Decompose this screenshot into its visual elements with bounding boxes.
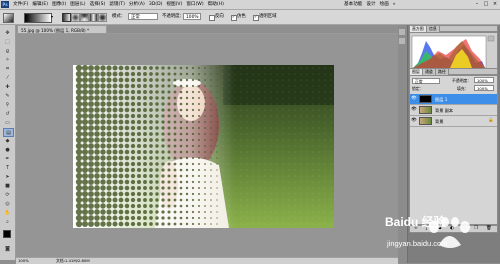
clone-stamp-tool-icon[interactable]: ⚲ xyxy=(3,101,12,108)
layer-name: 背景 副本 xyxy=(435,108,454,113)
menu-item[interactable]: 3D(D) xyxy=(148,1,164,8)
opacity-field[interactable]: 100% xyxy=(183,13,201,20)
menu-list: 文件(F) 编辑(E) 图像(I) 图层(L) 选择(S) 滤镜(T) 分析(A) 3D(D)… xyxy=(12,1,225,8)
document-image[interactable] xyxy=(73,65,334,228)
menu-item[interactable]: 帮助(H) xyxy=(207,1,225,8)
move-tool-icon[interactable]: ✥ xyxy=(3,29,12,36)
layer-thumbnail xyxy=(419,106,432,114)
blur-tool-icon[interactable]: ◆ xyxy=(3,137,12,144)
mode-select[interactable]: 正常 xyxy=(128,13,158,20)
mode-label: 模式： xyxy=(112,14,126,19)
menu-item[interactable]: 滤镜(T) xyxy=(108,1,126,8)
layer-row[interactable]: 👁 背景 副本 xyxy=(410,105,497,116)
fill-label: 填充： xyxy=(457,86,469,91)
window-controls: – □ × xyxy=(474,1,498,8)
menu-item[interactable]: 分析(A) xyxy=(128,1,146,8)
menu-item[interactable]: 选择(S) xyxy=(89,1,107,8)
layer-name: 图层 1 xyxy=(435,97,448,102)
reverse-label: 反向 xyxy=(215,14,224,19)
layer-row[interactable]: 👁 背景 🔒 xyxy=(410,116,497,127)
eraser-tool-icon[interactable]: ▭ xyxy=(3,119,12,126)
type-tool-icon[interactable]: T xyxy=(3,164,12,171)
lasso-tool-icon[interactable]: ϱ xyxy=(3,47,12,54)
brush-tool-icon[interactable]: ✎ xyxy=(3,92,12,99)
opacity-label: 不透明度： xyxy=(162,14,184,19)
dither-label: 仿色 xyxy=(237,14,246,19)
blend-mode-select[interactable]: 正常 xyxy=(412,78,440,84)
panel-icon-2[interactable] xyxy=(399,38,405,44)
workspace-button[interactable]: 绘画 xyxy=(380,1,389,8)
3d-orbit-tool-icon[interactable]: ◎ xyxy=(3,200,12,207)
path-selection-tool-icon[interactable]: ➤ xyxy=(3,173,12,180)
transparency-label: 透明区域 xyxy=(259,14,277,19)
menu-item[interactable]: 图像(I) xyxy=(51,1,67,8)
linear-gradient-button[interactable] xyxy=(62,13,71,22)
layer-thumbnail xyxy=(419,117,432,125)
layer-name: 背景 xyxy=(435,119,444,124)
dodge-tool-icon[interactable]: ● xyxy=(3,146,12,153)
minimize-button[interactable]: – xyxy=(474,1,480,8)
document-info: 文档:1.41M/2.60M xyxy=(56,258,90,263)
layer-row-selected[interactable]: 👁 图层 1 xyxy=(410,94,497,105)
layers-panel: 正常 不透明度： 100% 锁定： 填充： 100% 👁 图层 1 👁 背景 副… xyxy=(409,75,498,225)
histogram-graph xyxy=(411,35,495,69)
eyedropper-tool-icon[interactable]: ⁄ xyxy=(3,74,12,81)
quick-mask-icon[interactable]: ◙ xyxy=(3,245,12,252)
tools-panel: ✥ ⬚ ϱ ✧ ⌗ ⁄ ✚ ✎ ⚲ ↺ ▭ ▤ ◆ ● ✒ T ➤ ■ ⟳ ◎ … xyxy=(0,25,16,260)
lock-label: 锁定： xyxy=(412,86,424,91)
halftone-photo xyxy=(73,65,334,228)
gradient-tool-icon[interactable] xyxy=(3,13,14,23)
zoom-tool-icon[interactable]: ⌕ xyxy=(3,218,12,225)
radial-gradient-button[interactable] xyxy=(71,13,80,22)
panel-icon-1[interactable] xyxy=(399,29,405,35)
photoshop-logo: Ps xyxy=(1,1,9,8)
angle-gradient-button[interactable] xyxy=(80,13,89,22)
gradient-tool-icon-selected[interactable]: ▤ xyxy=(3,128,14,137)
magic-wand-tool-icon[interactable]: ✧ xyxy=(3,56,12,63)
layer-thumbnail xyxy=(419,95,432,103)
reflected-gradient-button[interactable] xyxy=(89,13,98,22)
menu-bar: Ps 文件(F) 编辑(E) 图像(I) 图层(L) 选择(S) 滤镜(T) 分析(A) 3D… xyxy=(0,0,500,10)
watermark-brand: Baidu 经验 xyxy=(385,215,446,229)
visibility-eye-icon[interactable]: 👁 xyxy=(411,107,417,113)
watermark-url: jingyan.baidu.com xyxy=(387,239,448,248)
lock-icon: 🔒 xyxy=(488,118,494,123)
menu-item[interactable]: 窗口(W) xyxy=(185,1,204,8)
visibility-eye-icon[interactable]: 👁 xyxy=(411,118,417,124)
workspace-button[interactable]: 设计 xyxy=(366,1,375,8)
layer-opacity-field[interactable]: 100% xyxy=(474,77,494,83)
menu-item[interactable]: 视图(V) xyxy=(165,1,183,8)
layer-opacity-label: 不透明度： xyxy=(452,78,471,83)
menu-item[interactable]: 编辑(E) xyxy=(31,1,49,8)
history-brush-tool-icon[interactable]: ↺ xyxy=(3,110,12,117)
fill-field[interactable]: 100% xyxy=(474,85,494,91)
watermark: Baidu 经验 jingyan.baidu.com xyxy=(379,205,499,257)
workspace-button[interactable]: 基本功能 xyxy=(344,1,362,8)
close-button[interactable]: × xyxy=(492,1,498,8)
diamond-gradient-button[interactable] xyxy=(98,13,107,22)
marquee-tool-icon[interactable]: ⬚ xyxy=(3,38,12,45)
options-bar: ▾ 模式： 正常 不透明度： 100% 反向 ✓ 仿色 ✓ 透明区域 xyxy=(0,10,500,25)
histogram-tabs: 直方图 信息 xyxy=(409,25,498,32)
gradient-dropdown-icon[interactable]: ▾ xyxy=(51,14,53,19)
gradient-preview[interactable] xyxy=(24,13,52,23)
crop-tool-icon[interactable]: ⌗ xyxy=(3,65,12,72)
foreground-color-swatch[interactable] xyxy=(3,230,11,238)
menu-item[interactable]: 文件(F) xyxy=(12,1,29,8)
workspace-switcher: 基本功能 设计 绘画 » xyxy=(344,1,396,8)
3d-rotate-tool-icon[interactable]: ⟳ xyxy=(3,191,12,198)
layers-tabs: 图层 通道 路径 xyxy=(409,68,498,75)
zoom-readout[interactable]: 100% xyxy=(18,258,29,264)
shape-tool-icon[interactable]: ■ xyxy=(3,182,12,189)
workspace-button[interactable]: » xyxy=(393,1,396,8)
healing-brush-tool-icon[interactable]: ✚ xyxy=(3,83,12,90)
hand-tool-icon[interactable]: ✋ xyxy=(3,209,12,216)
visibility-eye-icon[interactable]: 👁 xyxy=(411,96,417,102)
maximize-button[interactable]: □ xyxy=(483,1,489,8)
pen-tool-icon[interactable]: ✒ xyxy=(3,155,12,162)
menu-item[interactable]: 图层(L) xyxy=(69,1,86,8)
